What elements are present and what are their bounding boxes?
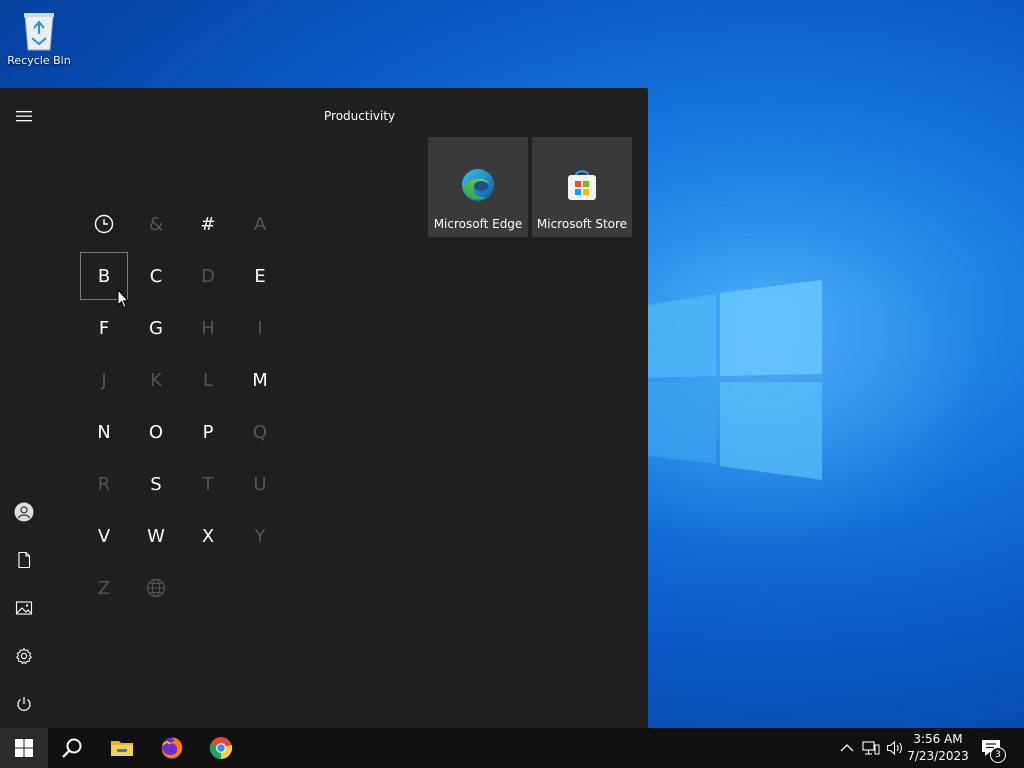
tile-microsoft-edge[interactable]: Microsoft Edge xyxy=(428,137,528,237)
alpha-index-letter: H xyxy=(201,317,215,339)
hamburger-menu-icon xyxy=(16,111,32,122)
documents-icon xyxy=(18,551,31,569)
start-button[interactable] xyxy=(0,728,48,768)
pictures-button[interactable] xyxy=(0,584,48,632)
documents-button[interactable] xyxy=(0,536,48,584)
clock-icon xyxy=(94,214,114,234)
firefox-icon xyxy=(161,737,183,759)
alpha-index-letter[interactable]: F xyxy=(80,304,128,352)
tile-microsoft-store[interactable]: Microsoft Store xyxy=(532,137,632,237)
start-menu-rail xyxy=(0,88,48,728)
user-account-icon xyxy=(14,502,34,522)
settings-button[interactable] xyxy=(0,632,48,680)
alpha-index-letter[interactable]: X xyxy=(184,512,232,560)
windows-start-icon xyxy=(15,739,33,757)
alpha-index-letter: A xyxy=(253,213,267,235)
alpha-index-letter[interactable]: # xyxy=(184,200,232,248)
power-button[interactable] xyxy=(0,680,48,728)
alpha-index-recent[interactable] xyxy=(80,200,128,248)
alpha-index-letter: Q xyxy=(252,421,268,443)
start-menu: & # A B C D E F G H I J K L M N O P Q R S T U V W X Y Z Productivit… xyxy=(0,88,648,728)
alpha-index-letter: Y xyxy=(254,525,266,547)
volume-speaker-icon[interactable] xyxy=(886,739,904,757)
alpha-index-letter[interactable]: E xyxy=(236,252,284,300)
notification-count-badge: 3 xyxy=(990,747,1006,763)
alpha-index-letter[interactable]: G xyxy=(132,304,180,352)
alpha-index-letter[interactable]: M xyxy=(236,356,284,404)
alpha-index-letter[interactable]: C xyxy=(132,252,180,300)
file-explorer-icon xyxy=(111,741,133,756)
edge-icon xyxy=(462,169,494,201)
globe-icon xyxy=(146,578,166,598)
alpha-index-letter[interactable]: V xyxy=(80,512,128,560)
power-icon xyxy=(17,697,31,711)
recycle-bin-label: Recycle Bin xyxy=(7,54,71,67)
tile-label: Microsoft Store xyxy=(536,217,628,231)
taskbar: 3:56 AM 7/23/2023 3 xyxy=(0,728,1024,768)
alpha-index-letter[interactable]: W xyxy=(132,512,180,560)
alpha-index-letter[interactable]: N xyxy=(80,408,128,456)
mouse-cursor-icon xyxy=(117,289,129,309)
alpha-index-letter: J xyxy=(101,369,107,391)
settings-gear-icon xyxy=(15,647,33,665)
store-icon xyxy=(568,170,596,200)
alpha-index-letter[interactable]: P xyxy=(184,408,232,456)
tiles-group-title: Productivity xyxy=(324,109,396,123)
search-button[interactable] xyxy=(48,728,96,768)
alpha-index-letter: & xyxy=(148,213,164,235)
firefox-button[interactable] xyxy=(148,728,196,768)
clock-date: 7/23/2023 xyxy=(907,749,969,763)
alpha-index-letter: I xyxy=(257,317,263,339)
alpha-index-letter: U xyxy=(253,473,267,495)
alpha-index-letter[interactable]: O xyxy=(132,408,180,456)
alpha-index-letter[interactable]: S xyxy=(132,460,180,508)
alpha-index-letter: K xyxy=(150,369,162,391)
search-icon xyxy=(62,738,82,758)
alpha-index-letter: L xyxy=(202,369,214,391)
chrome-button[interactable] xyxy=(197,728,245,768)
clock-time: 3:56 AM xyxy=(913,732,963,746)
alpha-index-letter: D xyxy=(201,265,215,287)
pictures-icon xyxy=(15,601,33,615)
recycle-bin-icon xyxy=(24,13,54,51)
network-icon[interactable] xyxy=(862,739,880,757)
alpha-index-letter: Z xyxy=(97,577,111,599)
alpha-index-globe xyxy=(132,564,180,612)
show-hidden-icons-chevron-up-icon[interactable] xyxy=(838,739,856,757)
alpha-index-letter: R xyxy=(97,473,111,495)
expand-menu-button[interactable] xyxy=(0,92,48,140)
chrome-icon xyxy=(209,737,233,759)
user-account-button[interactable] xyxy=(0,488,48,536)
recycle-bin-desktop-icon[interactable]: Recycle Bin xyxy=(4,4,74,80)
alpha-index-letter: T xyxy=(202,473,214,495)
file-explorer-button[interactable] xyxy=(98,728,146,768)
taskbar-clock[interactable]: 3:56 AM 7/23/2023 xyxy=(905,731,971,765)
tile-label: Microsoft Edge xyxy=(433,217,523,231)
